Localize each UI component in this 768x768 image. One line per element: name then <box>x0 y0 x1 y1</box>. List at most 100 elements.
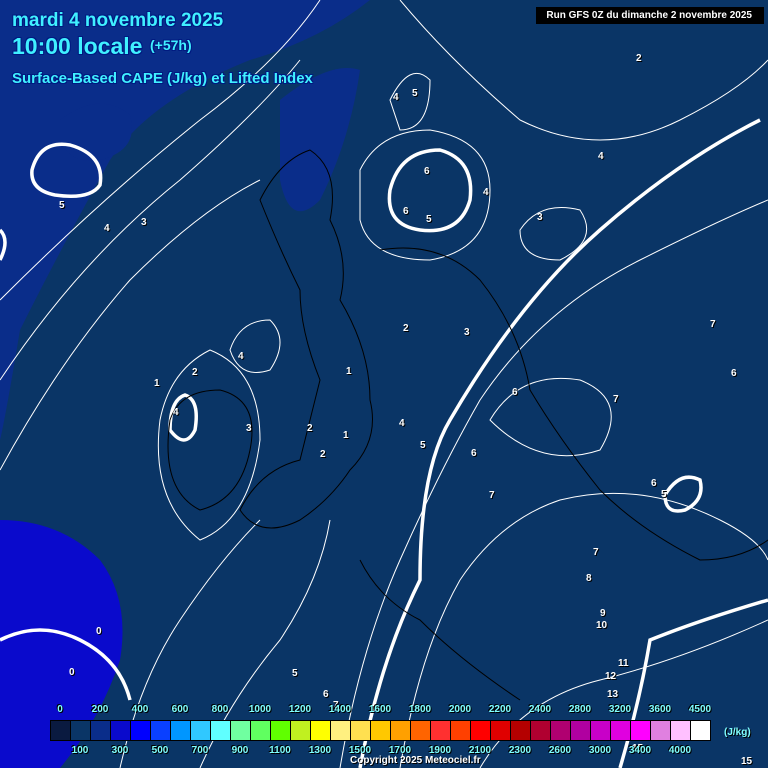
legend-tick-label: 1300 <box>308 745 332 756</box>
legend-tick-label: 900 <box>231 745 249 756</box>
legend-tick-label: 2000 <box>448 704 472 715</box>
contour-label: 4 <box>598 151 604 162</box>
legend-tick-label: 2200 <box>488 704 512 715</box>
contour-label: 1 <box>346 366 352 377</box>
contour-label: 2 <box>307 423 313 434</box>
contour-label: 6 <box>424 166 430 177</box>
contour-label: 2 <box>320 449 326 460</box>
legend-swatch <box>531 721 551 740</box>
contour-label: 1 <box>343 430 349 441</box>
legend-tick-label: 800 <box>211 704 229 715</box>
contour-label: 13 <box>607 689 619 700</box>
contour-label: 2 <box>192 367 198 378</box>
contour-label: 3 <box>537 212 543 223</box>
legend-tick-label: 2800 <box>568 704 592 715</box>
legend-tick-label: 4500 <box>688 704 712 715</box>
product-title: Surface-Based CAPE (J/kg) et Lifted Inde… <box>12 70 313 87</box>
legend-tick-label: 2600 <box>548 745 572 756</box>
legend-swatch <box>551 721 571 740</box>
contour-label: 4 <box>393 92 399 103</box>
legend-tick-label: 2300 <box>508 745 532 756</box>
contour-label: 3 <box>141 217 147 228</box>
legend-tick-label: 3200 <box>608 704 632 715</box>
contour-label: 15 <box>741 756 753 767</box>
legend-swatch <box>211 721 231 740</box>
legend-tick-label: 1600 <box>368 704 392 715</box>
legend-swatch <box>371 721 391 740</box>
coastlines <box>167 149 768 701</box>
contour-label: 7 <box>593 547 599 558</box>
legend-tick-label: 200 <box>91 704 109 715</box>
legend-tick-label: 600 <box>171 704 189 715</box>
contour-label: 6 <box>512 387 518 398</box>
contour-label: 4 <box>104 223 110 234</box>
legend-swatch <box>71 721 91 740</box>
legend-tick-label: 3000 <box>588 745 612 756</box>
legend-tick-label: 100 <box>71 745 89 756</box>
contour-label: 8 <box>586 573 592 584</box>
contour-label: 6 <box>651 478 657 489</box>
contour-label: 5 <box>661 489 667 500</box>
legend-swatch <box>591 721 611 740</box>
contour-label: 2 <box>403 323 409 334</box>
li-contours-bold <box>0 118 768 768</box>
cape-color-legend <box>50 720 711 741</box>
contour-label: 6 <box>471 448 477 459</box>
contour-label: 0 <box>69 667 75 678</box>
legend-swatch <box>111 721 131 740</box>
contour-label: 3 <box>464 327 470 338</box>
legend-tick-label: 1200 <box>288 704 312 715</box>
legend-swatch <box>511 721 531 740</box>
contour-label: 12 <box>605 671 617 682</box>
legend-swatch <box>411 721 431 740</box>
contour-label: 7 <box>613 394 619 405</box>
legend-tick-label: 400 <box>131 704 149 715</box>
legend-swatch <box>231 721 251 740</box>
legend-tick-label: 300 <box>111 745 129 756</box>
legend-swatch <box>571 721 591 740</box>
legend-unit: (J/kg) <box>724 727 751 738</box>
contour-label: 5 <box>412 88 418 99</box>
legend-swatch <box>691 721 710 740</box>
legend-swatch <box>91 721 111 740</box>
forecast-time: 10:00 locale <box>12 33 143 59</box>
contour-label: 5 <box>292 668 298 679</box>
legend-swatch <box>631 721 651 740</box>
contour-label: 4 <box>483 187 489 198</box>
legend-swatch <box>491 721 511 740</box>
contour-label: 3 <box>246 423 252 434</box>
legend-swatch <box>351 721 371 740</box>
contour-label: 6 <box>403 206 409 217</box>
legend-swatch <box>391 721 411 740</box>
run-info: Run GFS 0Z du dimanche 2 novembre 2025 <box>536 7 764 24</box>
legend-swatch <box>171 721 191 740</box>
legend-swatch <box>251 721 271 740</box>
copyright: Copyright 2025 Meteociel.fr <box>350 755 481 766</box>
forecast-date: mardi 4 novembre 2025 <box>12 10 224 31</box>
legend-swatch <box>51 721 71 740</box>
contour-label: 6 <box>323 689 329 700</box>
cape-area-low-3 <box>280 68 360 212</box>
legend-tick-label: 2400 <box>528 704 552 715</box>
legend-swatch <box>131 721 151 740</box>
legend-swatch <box>431 721 451 740</box>
cape-map <box>0 0 768 768</box>
legend-swatch <box>331 721 351 740</box>
contour-label: 5 <box>59 200 65 211</box>
legend-tick-label: 500 <box>151 745 169 756</box>
contour-label: 10 <box>596 620 608 631</box>
legend-tick-label: 4000 <box>668 745 692 756</box>
legend-tick-label: 1100 <box>269 745 291 756</box>
legend-swatch <box>271 721 291 740</box>
legend-swatch <box>311 721 331 740</box>
contour-label: 6 <box>731 368 737 379</box>
legend-tick-label: 700 <box>191 745 209 756</box>
legend-tick-label: 1000 <box>248 704 272 715</box>
legend-swatch <box>651 721 671 740</box>
contour-label: 9 <box>600 608 606 619</box>
legend-tick-label: 0 <box>57 704 63 715</box>
legend-swatch <box>451 721 471 740</box>
legend-swatch <box>611 721 631 740</box>
contour-label: 5 <box>420 440 426 451</box>
contour-label: 7 <box>489 490 495 501</box>
